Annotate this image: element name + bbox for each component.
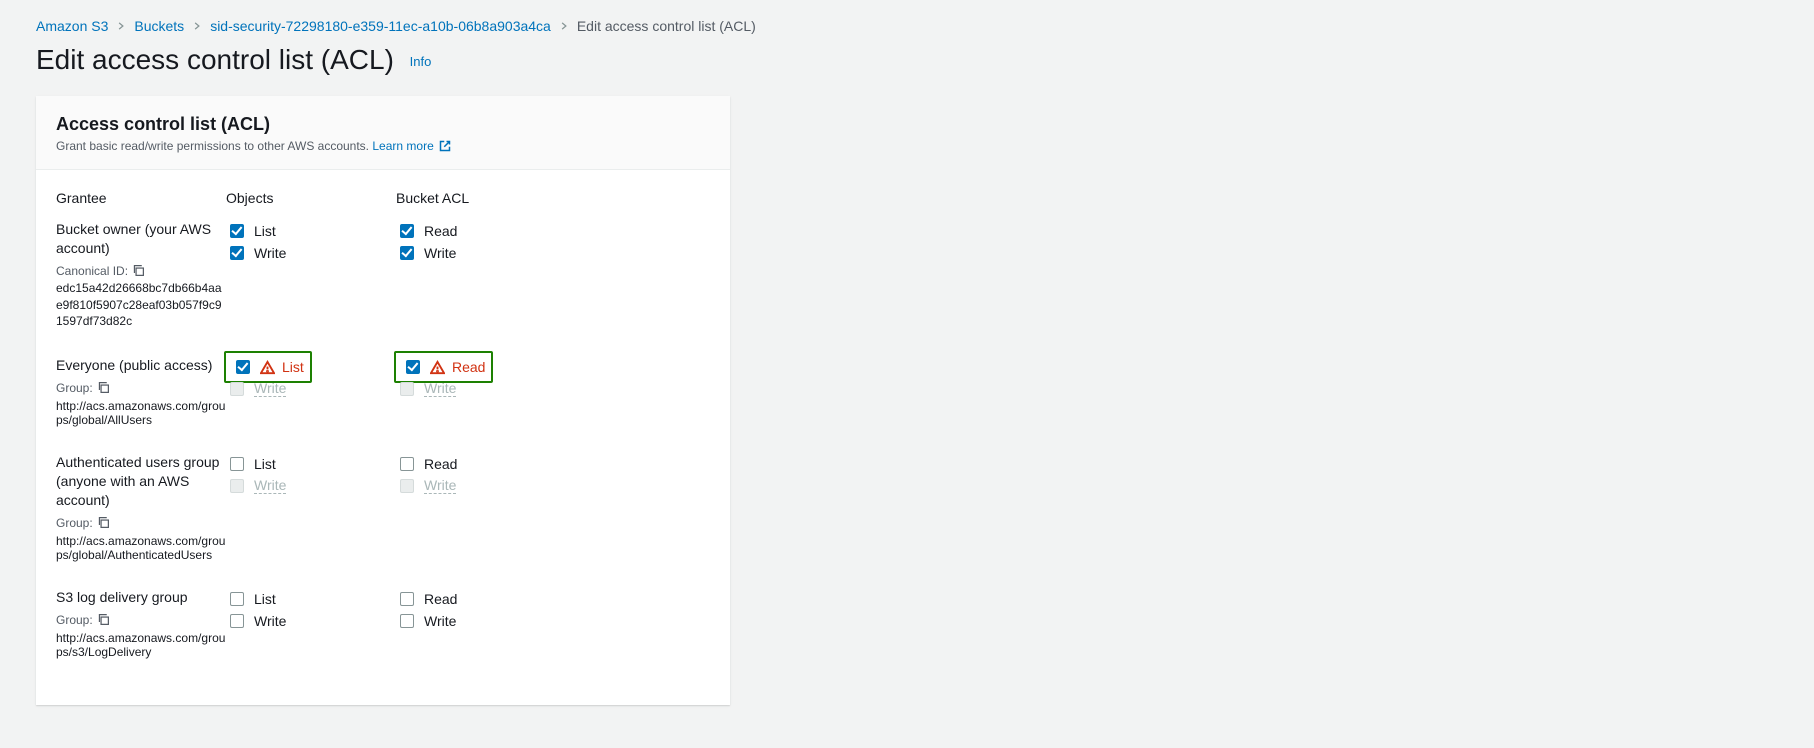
logdelivery-objects-write-checkbox[interactable] bbox=[230, 614, 244, 628]
everyone-group-uri: http://acs.amazonaws.com/groups/global/A… bbox=[56, 399, 226, 427]
logdelivery-group-uri: http://acs.amazonaws.com/groups/s3/LogDe… bbox=[56, 631, 226, 659]
owner-objects-perms: List Write bbox=[226, 220, 396, 356]
owner-acl-write-label: Write bbox=[424, 245, 456, 261]
everyone-list-highlight: List bbox=[224, 351, 312, 383]
logdelivery-objects-list-label: List bbox=[254, 591, 276, 607]
authenticated-acl-write-checkbox bbox=[400, 479, 414, 493]
grantee-logdelivery-name: S3 log delivery group bbox=[56, 588, 226, 607]
chevron-right-icon bbox=[559, 21, 569, 31]
breadcrumb: Amazon S3 Buckets sid-security-72298180-… bbox=[36, 18, 1778, 34]
page-title: Edit access control list (ACL) Info bbox=[36, 44, 1778, 76]
authenticated-group-uri: http://acs.amazonaws.com/groups/global/A… bbox=[56, 534, 226, 562]
authenticated-acl-perms: Read Write bbox=[396, 453, 566, 588]
panel-title: Access control list (ACL) bbox=[56, 114, 710, 135]
everyone-read-highlight: Read bbox=[394, 351, 493, 383]
owner-objects-write-label: Write bbox=[254, 245, 286, 261]
grantee-owner-sub: Canonical ID: bbox=[56, 264, 226, 278]
group-label: Group: bbox=[56, 613, 93, 627]
breadcrumb-bucket-name[interactable]: sid-security-72298180-e359-11ec-a10b-06b… bbox=[210, 18, 551, 34]
learn-more-link[interactable]: Learn more bbox=[372, 139, 451, 153]
everyone-acl-read-label: Read bbox=[452, 359, 485, 375]
col-header-objects: Objects bbox=[226, 190, 396, 220]
external-link-icon bbox=[439, 140, 451, 152]
col-header-bucket-acl: Bucket ACL bbox=[396, 190, 566, 220]
authenticated-objects-list-checkbox[interactable] bbox=[230, 457, 244, 471]
breadcrumb-s3[interactable]: Amazon S3 bbox=[36, 18, 108, 34]
owner-objects-list-checkbox[interactable] bbox=[230, 224, 244, 238]
copy-icon[interactable] bbox=[97, 381, 110, 394]
everyone-objects-write-checkbox bbox=[230, 382, 244, 396]
everyone-objects-perms: List Write bbox=[226, 356, 396, 453]
authenticated-acl-read-label: Read bbox=[424, 456, 457, 472]
breadcrumb-current: Edit access control list (ACL) bbox=[577, 18, 756, 34]
owner-objects-write-checkbox[interactable] bbox=[230, 246, 244, 260]
canonical-id-value: edc15a42d26668bc7db66b4aae9f810f5907c28e… bbox=[56, 280, 226, 330]
acl-panel: Access control list (ACL) Grant basic re… bbox=[36, 96, 730, 705]
everyone-acl-write-checkbox bbox=[400, 382, 414, 396]
panel-header: Access control list (ACL) Grant basic re… bbox=[36, 96, 730, 170]
grantee-everyone: Everyone (public access) Group: http://a… bbox=[56, 356, 226, 453]
chevron-right-icon bbox=[116, 21, 126, 31]
page-root: Amazon S3 Buckets sid-security-72298180-… bbox=[0, 0, 1814, 723]
everyone-objects-write-label: Write bbox=[254, 381, 286, 397]
logdelivery-acl-write-checkbox[interactable] bbox=[400, 614, 414, 628]
panel-body: Grantee Objects Bucket ACL Bucket owner … bbox=[36, 170, 730, 705]
grantee-logdelivery-sub: Group: http://acs.amazonaws.com/groups/s… bbox=[56, 613, 226, 659]
chevron-right-icon bbox=[192, 21, 202, 31]
grantee-logdelivery: S3 log delivery group Group: http://acs.… bbox=[56, 588, 226, 685]
grantee-everyone-sub: Group: http://acs.amazonaws.com/groups/g… bbox=[56, 381, 226, 427]
everyone-acl-write-label: Write bbox=[424, 381, 456, 397]
grantee-authenticated-sub: Group: http://acs.amazonaws.com/groups/g… bbox=[56, 516, 226, 562]
grantee-owner-name: Bucket owner (your AWS account) bbox=[56, 220, 226, 258]
info-link[interactable]: Info bbox=[410, 54, 432, 69]
authenticated-acl-write-label: Write bbox=[424, 478, 456, 494]
warning-icon bbox=[260, 360, 275, 375]
col-header-grantee: Grantee bbox=[56, 190, 226, 220]
group-label: Group: bbox=[56, 516, 93, 530]
owner-objects-list-label: List bbox=[254, 223, 276, 239]
everyone-acl-read-checkbox[interactable] bbox=[406, 360, 420, 374]
grantee-everyone-name: Everyone (public access) bbox=[56, 356, 226, 375]
authenticated-objects-write-label: Write bbox=[254, 478, 286, 494]
acl-grid: Grantee Objects Bucket ACL Bucket owner … bbox=[56, 190, 710, 685]
everyone-objects-list-checkbox[interactable] bbox=[236, 360, 250, 374]
authenticated-objects-write-checkbox bbox=[230, 479, 244, 493]
logdelivery-acl-write-label: Write bbox=[424, 613, 456, 629]
panel-description-text: Grant basic read/write permissions to ot… bbox=[56, 139, 369, 153]
authenticated-objects-list-label: List bbox=[254, 456, 276, 472]
logdelivery-acl-read-label: Read bbox=[424, 591, 457, 607]
logdelivery-objects-list-checkbox[interactable] bbox=[230, 592, 244, 606]
copy-icon[interactable] bbox=[97, 613, 110, 626]
page-title-text: Edit access control list (ACL) bbox=[36, 44, 394, 75]
group-label: Group: bbox=[56, 381, 93, 395]
logdelivery-acl-read-checkbox[interactable] bbox=[400, 592, 414, 606]
owner-acl-read-checkbox[interactable] bbox=[400, 224, 414, 238]
authenticated-acl-read-checkbox[interactable] bbox=[400, 457, 414, 471]
copy-icon[interactable] bbox=[132, 264, 145, 277]
owner-acl-write-checkbox[interactable] bbox=[400, 246, 414, 260]
logdelivery-objects-write-label: Write bbox=[254, 613, 286, 629]
everyone-objects-list-label: List bbox=[282, 359, 304, 375]
grantee-authenticated: Authenticated users group (anyone with a… bbox=[56, 453, 226, 588]
logdelivery-objects-perms: List Write bbox=[226, 588, 396, 685]
grantee-owner: Bucket owner (your AWS account) Canonica… bbox=[56, 220, 226, 356]
everyone-acl-perms: Read Write bbox=[396, 356, 566, 453]
canonical-id-label: Canonical ID: bbox=[56, 264, 128, 278]
owner-acl-perms: Read Write bbox=[396, 220, 566, 356]
breadcrumb-buckets[interactable]: Buckets bbox=[134, 18, 184, 34]
warning-icon bbox=[430, 360, 445, 375]
owner-acl-read-label: Read bbox=[424, 223, 457, 239]
grantee-authenticated-name: Authenticated users group (anyone with a… bbox=[56, 453, 226, 510]
logdelivery-acl-perms: Read Write bbox=[396, 588, 566, 685]
panel-description: Grant basic read/write permissions to ot… bbox=[56, 139, 710, 153]
copy-icon[interactable] bbox=[97, 516, 110, 529]
authenticated-objects-perms: List Write bbox=[226, 453, 396, 588]
